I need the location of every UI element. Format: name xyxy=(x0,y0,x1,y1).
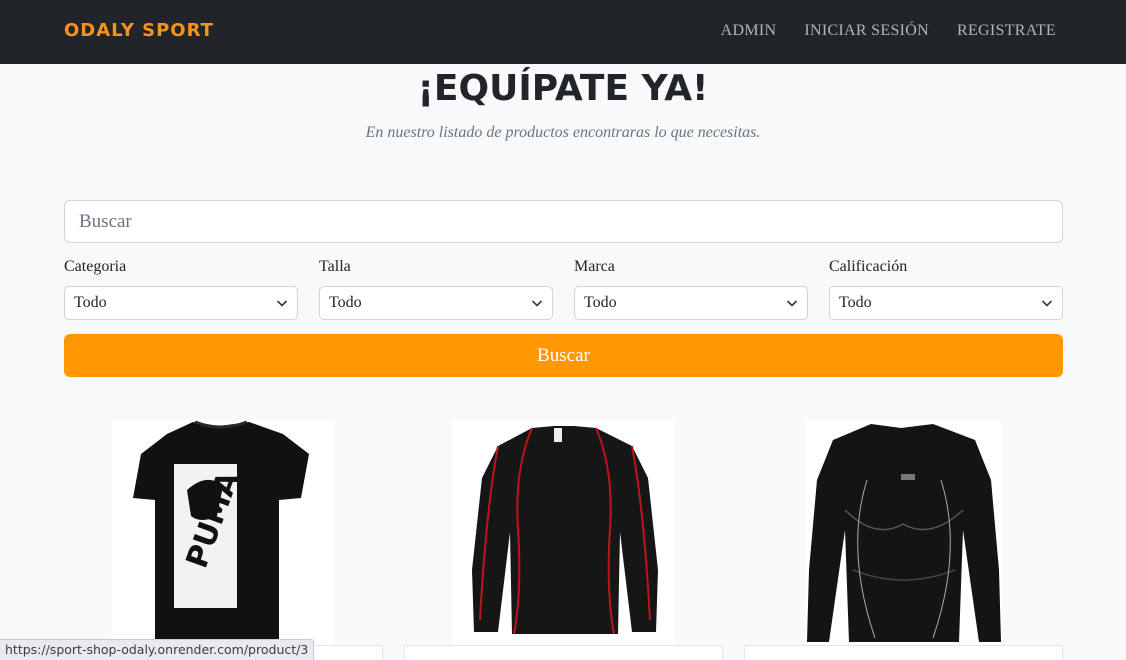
product-image-tshirt[interactable]: PUMA xyxy=(111,420,334,645)
compression-shirt-red-image xyxy=(472,426,658,635)
chevron-down-icon xyxy=(276,300,288,307)
compression-shirt-black-image xyxy=(807,424,1001,642)
tshirt-image: PUMA xyxy=(133,420,309,642)
page-title: ¡EQUÍPATE YA! xyxy=(417,68,709,109)
brand-logo[interactable]: ODALY SPORT xyxy=(64,20,214,41)
chevron-down-icon xyxy=(1041,300,1053,307)
chevron-down-icon xyxy=(786,300,798,307)
product-card-2-body xyxy=(404,645,723,660)
brand-select[interactable]: Todo xyxy=(574,286,808,320)
nav-link-register[interactable]: REGISTRATE xyxy=(957,22,1056,40)
category-select-value: Todo xyxy=(74,294,107,311)
chevron-down-icon xyxy=(531,300,543,307)
product-image-compression-black[interactable] xyxy=(805,420,1002,645)
category-select[interactable]: Todo xyxy=(64,286,298,320)
search-button[interactable]: Buscar xyxy=(64,334,1063,377)
brand-select-value: Todo xyxy=(584,294,617,311)
filter-category-label: Categoria xyxy=(64,258,127,275)
filter-rating: Calificación Todo xyxy=(829,258,1063,320)
navbar: ODALY SPORT ADMIN INICIAR SESIÓN REGISTR… xyxy=(0,0,1126,64)
rating-select-value: Todo xyxy=(839,294,872,311)
product-card-3-body xyxy=(744,645,1063,660)
filter-size-label: Talla xyxy=(319,258,351,275)
filter-category: Categoria Todo xyxy=(64,258,298,320)
product-image-compression-red[interactable] xyxy=(452,420,675,645)
filter-brand: Marca Todo xyxy=(574,258,808,320)
size-select[interactable]: Todo xyxy=(319,286,553,320)
nav-link-admin[interactable]: ADMIN xyxy=(721,22,777,40)
search-input[interactable] xyxy=(64,200,1063,243)
nav-links: ADMIN INICIAR SESIÓN REGISTRATE xyxy=(721,22,1056,40)
page-subtitle: En nuestro listado de productos encontra… xyxy=(365,124,761,141)
browser-status-bar: https://sport-shop-odaly.onrender.com/pr… xyxy=(0,639,315,660)
size-select-value: Todo xyxy=(329,294,362,311)
nav-link-login[interactable]: INICIAR SESIÓN xyxy=(804,22,929,40)
filter-rating-label: Calificación xyxy=(829,258,908,275)
rating-select[interactable]: Todo xyxy=(829,286,1063,320)
filter-size: Talla Todo xyxy=(319,258,553,320)
filter-brand-label: Marca xyxy=(574,258,615,275)
